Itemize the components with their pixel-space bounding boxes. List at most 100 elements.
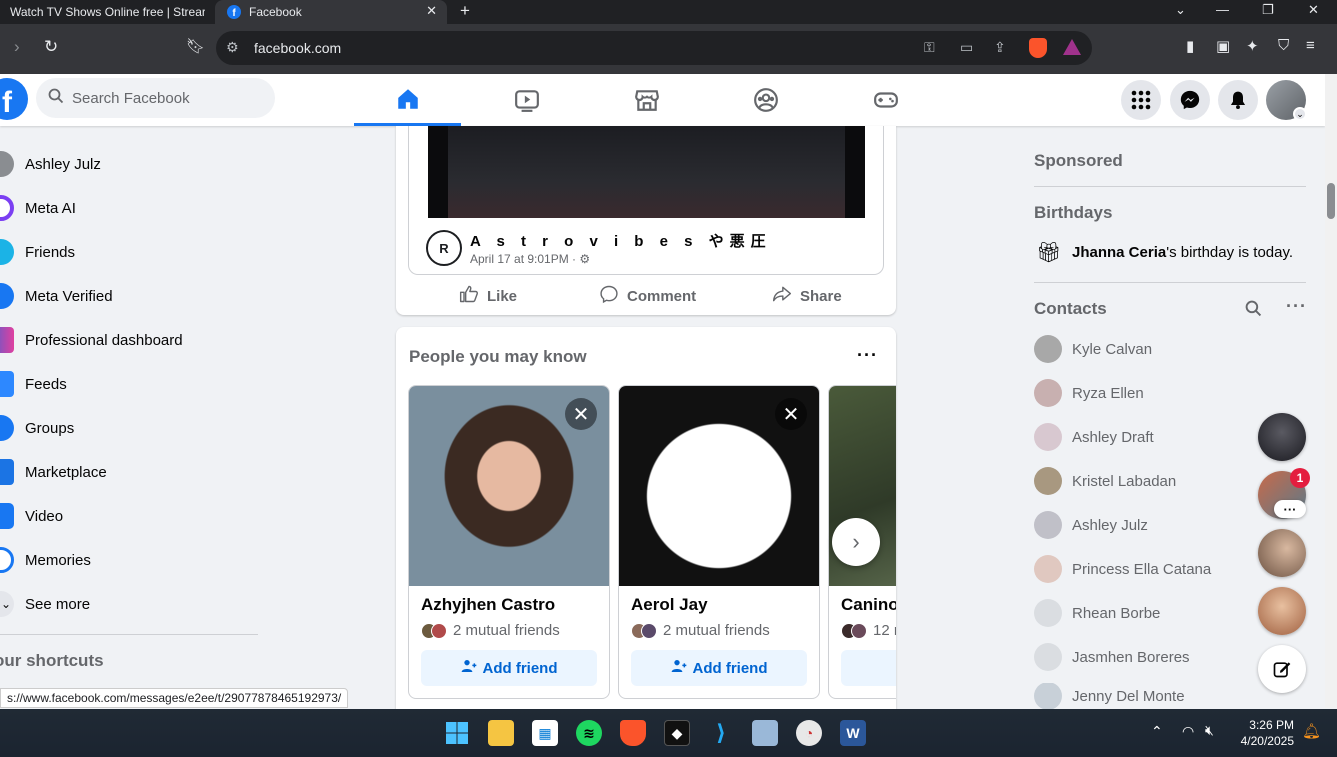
tab-watch-tv[interactable]: Watch TV Shows Online free | Strear [0, 0, 205, 24]
brave-browser-icon[interactable] [620, 720, 646, 746]
tab-home[interactable] [354, 74, 461, 126]
facebook-logo[interactable]: f [0, 78, 28, 120]
post-date[interactable]: April 17 at 9:01PM · [470, 252, 576, 266]
contact-item[interactable]: Jasmhen Boreres [1034, 639, 1190, 675]
tab-facebook[interactable]: f Facebook ✕ [215, 0, 447, 24]
sidebar-toggle-icon[interactable]: ▮ [1186, 37, 1194, 55]
sidebar-item-label: Meta AI [25, 199, 76, 217]
new-message-button[interactable] [1258, 645, 1306, 693]
add-friend-button[interactable]: Add friend [421, 650, 597, 686]
forward-button[interactable]: › [14, 37, 20, 57]
dismiss-icon[interactable]: ✕ [775, 398, 807, 430]
person-card[interactable]: ✕ Azhyjhen Castro 2 mutual friends Add f… [408, 385, 610, 699]
brave-rewards-icon[interactable] [1063, 39, 1081, 55]
share-icon[interactable]: ⇪ [994, 39, 1006, 56]
vpn-icon[interactable]: ⛉ [1278, 37, 1289, 54]
facebook-header: f ⌄ [0, 74, 1325, 126]
menu-icon[interactable]: ≡ [1306, 37, 1315, 54]
dismiss-icon[interactable]: ✕ [565, 398, 597, 430]
tab-groups[interactable] [712, 74, 819, 126]
tab-video[interactable] [473, 74, 580, 126]
more-chats-icon[interactable]: ··· [1274, 500, 1306, 518]
search-icon[interactable] [1245, 300, 1262, 322]
cast-icon[interactable]: ▭ [960, 39, 973, 56]
mutual-avatar [851, 622, 867, 639]
birthday-notice[interactable]: Jhanna Ceria's birthday is today. [1072, 244, 1293, 261]
new-tab-button[interactable]: + [460, 1, 470, 21]
word-icon[interactable]: W [840, 720, 866, 746]
clock-app-icon[interactable]: ◔ [796, 720, 822, 746]
reload-button[interactable]: ↻ [44, 37, 58, 57]
compose-icon [1273, 662, 1291, 678]
spotify-icon[interactable]: ≋ [576, 720, 602, 746]
capcut-icon[interactable]: ◆ [664, 720, 690, 746]
next-arrow-button[interactable]: › [832, 518, 880, 566]
chat-head[interactable] [1258, 587, 1306, 635]
wifi-icon[interactable]: ◠ [1182, 723, 1194, 740]
notification-bell-icon[interactable]: 🔔︎ [1302, 722, 1321, 740]
sidebar-item-label: Groups [25, 419, 75, 437]
page-name[interactable]: A s t r o v i b e s や悪圧 [470, 230, 772, 251]
comment-button[interactable]: Comment [599, 284, 696, 309]
contact-item[interactable]: Ashley Draft [1034, 419, 1154, 455]
close-window-button[interactable]: ✕ [1308, 2, 1319, 18]
volume-muted-icon[interactable]: 🔇︎ [1205, 722, 1214, 739]
site-info-icon[interactable]: ⚙ [226, 39, 239, 56]
scrollbar-thumb[interactable] [1327, 183, 1335, 219]
contact-item[interactable]: Jenny Del Monte [1034, 683, 1185, 709]
contact-item[interactable]: Kyle Calvan [1034, 331, 1152, 367]
person-name[interactable]: Canino [841, 595, 896, 615]
contact-item[interactable]: Princess Ella Catana [1034, 551, 1211, 587]
minimize-button[interactable]: — [1216, 2, 1229, 17]
contact-name: Princess Ella Catana [1072, 560, 1212, 578]
contact-item[interactable]: Ryza Ellen [1034, 375, 1144, 411]
mutual-count: 12 m [873, 622, 896, 639]
shortcuts-heading: our shortcuts [0, 651, 104, 670]
contact-item[interactable]: Kristel Labadan [1034, 463, 1176, 499]
windows-start-icon[interactable] [444, 720, 470, 746]
avatar [1034, 423, 1062, 451]
more-options-icon[interactable]: ··· [857, 345, 878, 366]
key-icon[interactable]: ⚿ [924, 39, 935, 56]
add-friend-button[interactable] [841, 650, 896, 686]
tab-gaming[interactable] [832, 74, 939, 126]
page-scrollbar[interactable] [1325, 74, 1337, 708]
tab-search-chevron-icon[interactable]: ⌄ [1175, 2, 1186, 18]
wallet-icon[interactable]: ▣ [1216, 37, 1230, 55]
sidebar-item-label: Memories [25, 551, 91, 569]
share-button[interactable]: Share [772, 284, 842, 309]
photos-icon[interactable] [752, 720, 778, 746]
bookmark-icon[interactable]: 🔖︎ [186, 37, 205, 55]
person-name[interactable]: Aerol Jay [631, 595, 708, 615]
leo-ai-icon[interactable]: ✦ [1246, 37, 1259, 55]
address-bar[interactable]: ⚙ facebook.com ⚿ ▭ ⇪ [216, 31, 1092, 65]
file-explorer-icon[interactable] [488, 720, 514, 746]
person-name[interactable]: Azhyjhen Castro [421, 595, 555, 615]
page-avatar[interactable]: R [426, 230, 462, 266]
contact-item[interactable]: Ashley Julz [1034, 507, 1148, 543]
chat-head[interactable] [1258, 529, 1306, 577]
maximize-button[interactable]: ❐ [1262, 2, 1274, 18]
chat-head[interactable] [1258, 413, 1306, 461]
contact-name: Jenny Del Monte [1072, 687, 1185, 705]
chevron-up-icon[interactable]: ⌃ [1151, 723, 1163, 740]
post-video[interactable] [428, 126, 865, 218]
video-letterbox-right [845, 126, 865, 218]
search-input[interactable] [72, 89, 252, 107]
contact-item[interactable]: Rhean Borbe [1034, 595, 1160, 631]
taskbar-clock[interactable]: 3:26 PM 4/20/2025 [1236, 717, 1294, 749]
messenger-button[interactable] [1170, 80, 1210, 120]
vscode-icon[interactable]: ⟩ [708, 720, 734, 746]
search-box[interactable] [36, 78, 275, 118]
tab-marketplace[interactable] [593, 74, 700, 126]
close-tab-icon[interactable]: ✕ [426, 3, 437, 19]
menu-button[interactable] [1121, 80, 1161, 120]
microsoft-store-icon[interactable]: ▦ [532, 720, 558, 746]
brave-shields-icon[interactable] [1029, 38, 1047, 58]
profile-avatar[interactable]: ⌄ [1266, 80, 1307, 121]
add-friend-button[interactable]: Add friend [631, 650, 807, 686]
notifications-button[interactable] [1218, 80, 1258, 120]
more-options-icon[interactable]: ··· [1286, 296, 1307, 317]
person-card[interactable]: ✕ Aerol Jay 2 mutual friends Add friend [618, 385, 820, 699]
like-button[interactable]: Like [459, 284, 517, 309]
